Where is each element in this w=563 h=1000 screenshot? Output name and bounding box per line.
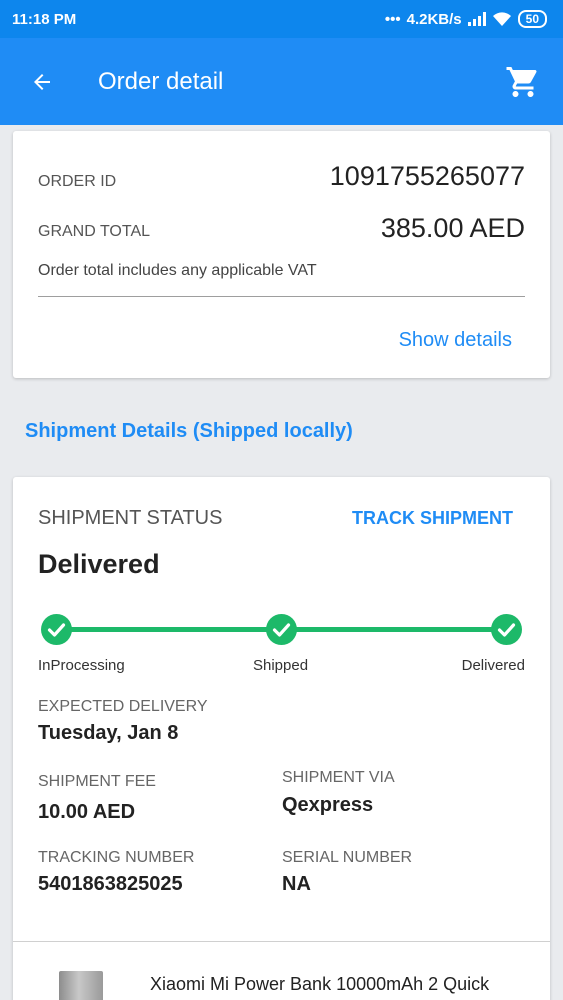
status-time: 11:18 PM — [12, 10, 77, 28]
grand-total-label: GRAND TOTAL — [38, 223, 151, 240]
signal-icon — [467, 12, 486, 26]
divider — [38, 296, 525, 297]
order-summary-card: ORDER ID 1091755265077 GRAND TOTAL 385.0… — [13, 131, 550, 378]
serial-number-label: SERIAL NUMBER — [282, 849, 413, 866]
grand-total-value: 385.00 AED — [380, 213, 525, 243]
status-bar: 11:18 PM ••• 4.2KB/s 50 — [0, 0, 563, 38]
product-thumbnail[interactable] — [59, 971, 103, 1000]
step-label-shipped: Shipped — [253, 657, 309, 674]
order-id-value: 1091755265077 — [329, 161, 525, 191]
status-indicators: ••• 4.2KB/s 50 — [385, 10, 547, 28]
tracking-number-value: 5401863825025 — [38, 873, 183, 895]
order-id-label: ORDER ID — [38, 173, 117, 190]
battery-icon: 50 — [517, 10, 547, 28]
vat-note: Order total includes any applicable VAT — [38, 262, 317, 279]
cart-icon[interactable] — [505, 64, 541, 100]
network-speed: 4.2KB/s — [406, 10, 462, 28]
serial-number-value: NA — [282, 873, 311, 895]
show-details-button[interactable]: Show details — [399, 329, 512, 352]
shipment-card: SHIPMENT STATUS TRACK SHIPMENT Delivered… — [13, 477, 550, 1000]
app-bar: Order detail — [0, 38, 563, 125]
shipment-fee-value: 10.00 AED — [38, 801, 136, 823]
tracking-number-label: TRACKING NUMBER — [38, 849, 195, 866]
shipment-status-label: SHIPMENT STATUS — [38, 507, 223, 529]
step-check-icon — [41, 614, 72, 645]
expected-delivery-value: Tuesday, Jan 8 — [38, 722, 179, 744]
divider — [13, 941, 550, 942]
step-label-delivered: Delivered — [461, 657, 525, 674]
step-check-icon — [266, 614, 297, 645]
page-title: Order detail — [98, 67, 224, 95]
dots-icon: ••• — [384, 10, 401, 28]
expected-delivery-label: EXPECTED DELIVERY — [38, 698, 208, 715]
wifi-icon — [492, 12, 511, 26]
product-name[interactable]: Xiaomi Mi Power Bank 10000mAh 2 Quick Ch… — [150, 972, 520, 1000]
track-shipment-button[interactable]: TRACK SHIPMENT — [352, 508, 513, 529]
shipment-section-title: Shipment Details (Shipped locally) — [25, 420, 353, 442]
step-check-icon — [491, 614, 522, 645]
shipment-status-value: Delivered — [38, 549, 160, 579]
shipment-via-value: Qexpress — [282, 794, 374, 816]
shipment-fee-label: SHIPMENT FEE — [38, 773, 156, 790]
back-arrow-icon[interactable] — [30, 70, 54, 94]
shipment-via-label: SHIPMENT VIA — [282, 769, 395, 786]
step-label-inprocessing: InProcessing — [38, 657, 125, 674]
